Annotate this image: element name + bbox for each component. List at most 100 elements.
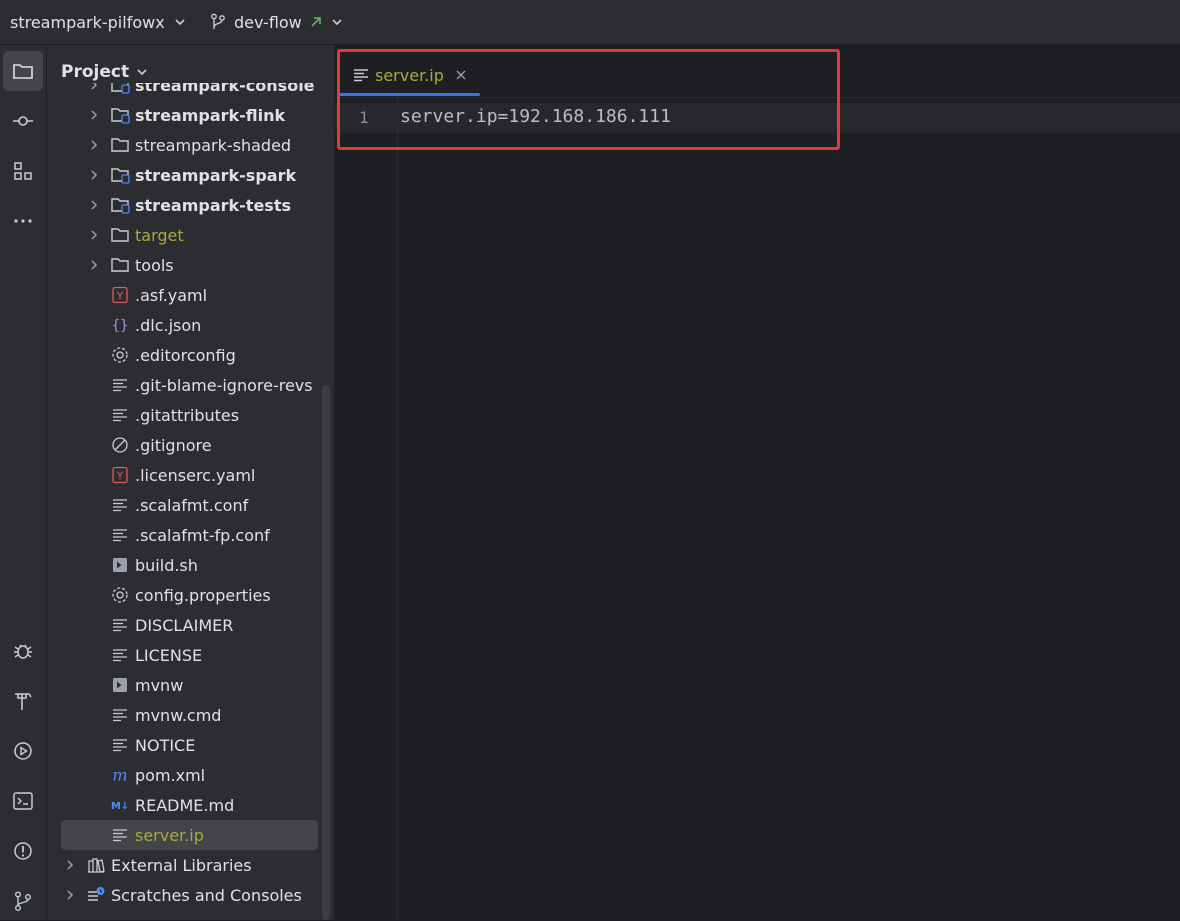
tree-row[interactable]: streampark-flink (47, 100, 322, 130)
tree-row[interactable]: .gitignore (47, 430, 322, 460)
tree-row-label: Scratches and Consoles (111, 885, 302, 905)
project-scrollbar[interactable] (322, 385, 330, 920)
folder-icon (111, 138, 129, 152)
tree-row[interactable]: m pom.xml (47, 760, 322, 790)
git-branch-icon (211, 13, 225, 29)
tree-row[interactable]: server.ip (61, 820, 318, 850)
tree-row-label: External Libraries (111, 855, 252, 875)
tree-row[interactable]: streampark-spark (47, 160, 322, 190)
structure-tool-button[interactable] (3, 151, 43, 191)
tree-row[interactable]: External Libraries (47, 850, 322, 880)
shell-script-icon (113, 678, 127, 692)
project-tool-button[interactable] (3, 51, 43, 91)
folder-icon (111, 258, 129, 272)
editor-tab-server-ip[interactable]: server.ip (341, 53, 479, 97)
tree-row-label: .scalafmt.conf (135, 495, 249, 515)
tree-row[interactable]: mvnw.cmd (47, 700, 322, 730)
tree-row[interactable]: target (47, 220, 322, 250)
tree-row[interactable]: .editorconfig (47, 340, 322, 370)
run-tool-button[interactable] (3, 731, 43, 771)
project-panel-header[interactable]: Project (61, 59, 149, 85)
chevron-right-icon[interactable] (88, 83, 100, 91)
commit-tool-button[interactable] (3, 101, 43, 141)
branch-name: dev-flow (234, 12, 302, 32)
file-icon-wrapper (110, 826, 130, 844)
tree-row-label: .dlc.json (135, 315, 202, 335)
module-folder-icon (111, 83, 130, 94)
tree-row[interactable]: M↓ README.md (47, 790, 322, 820)
more-tools-button[interactable] (3, 201, 43, 241)
tree-row-label: DISCLAIMER (135, 615, 234, 635)
gitignore-icon (112, 437, 128, 453)
tree-row[interactable]: LICENSE (47, 640, 322, 670)
build-tool-button[interactable] (3, 681, 43, 721)
problems-tool-button[interactable] (3, 831, 43, 871)
tree-row-label: mvnw (135, 675, 184, 695)
chevron-down-icon (175, 19, 185, 26)
tree-row[interactable]: Y .licenserc.yaml (47, 460, 322, 490)
active-tab-indicator (339, 93, 480, 96)
code-line[interactable]: server.ip=192.168.186.111 (400, 106, 671, 127)
file-icon-wrapper: Y (110, 286, 130, 304)
tab-label: server.ip (375, 65, 444, 85)
tree-row-label: server.ip (135, 825, 204, 845)
tree-row-label: .gitattributes (135, 405, 240, 425)
tree-row[interactable]: DISCLAIMER (47, 610, 322, 640)
text-file-icon (113, 499, 127, 512)
tree-row[interactable]: config.properties (47, 580, 322, 610)
tree-row[interactable]: mvnw (47, 670, 322, 700)
close-icon[interactable] (455, 69, 467, 81)
file-icon-wrapper: M↓ (110, 796, 130, 814)
tree-row[interactable]: tools (47, 250, 322, 280)
chevron-down-icon (137, 69, 147, 76)
chevron-right-icon[interactable] (88, 109, 100, 121)
tree-row[interactable]: streampark-shaded (47, 130, 322, 160)
tree-row[interactable]: build.sh (47, 550, 322, 580)
folder-icon (111, 228, 129, 242)
tree-row[interactable]: .gitattributes (47, 400, 322, 430)
project-switcher[interactable]: streampark-pilfowx (10, 0, 187, 44)
chevron-right-icon[interactable] (64, 889, 76, 901)
commit-icon (13, 116, 33, 126)
line-number: 1 (359, 108, 369, 127)
tree-row[interactable]: .scalafmt-fp.conf (47, 520, 322, 550)
line-number-gutter: 1 (335, 97, 398, 920)
debug-tool-button[interactable] (3, 631, 43, 671)
tree-row[interactable]: streampark-console (47, 83, 322, 100)
tree-row[interactable]: {} .dlc.json (47, 310, 322, 340)
hammer-icon (15, 693, 32, 710)
tree-row[interactable]: .git-blame-ignore-revs (47, 370, 322, 400)
chevron-right-icon[interactable] (88, 259, 100, 271)
shell-script-icon (113, 558, 127, 572)
chevron-right-icon[interactable] (88, 229, 100, 241)
tree-row[interactable]: streampark-tests (47, 190, 322, 220)
module-folder-icon (111, 108, 130, 124)
title-bar: streampark-pilfowx dev-flow (0, 0, 1180, 45)
tree-row-label: .scalafmt-fp.conf (135, 525, 270, 545)
chevron-right-icon[interactable] (88, 199, 100, 211)
terminal-tool-button[interactable] (3, 781, 43, 821)
tool-window-strip (0, 45, 47, 920)
tree-row[interactable]: NOTICE (47, 730, 322, 760)
file-icon-wrapper (110, 256, 130, 274)
tree-row-label: streampark-shaded (135, 135, 292, 155)
file-icon-wrapper (110, 526, 130, 544)
tree-row[interactable]: Y .asf.yaml (47, 280, 322, 310)
file-icon-wrapper (110, 166, 130, 184)
chevron-right-icon[interactable] (88, 169, 100, 181)
branch-switcher[interactable]: dev-flow (210, 0, 344, 44)
tree-row[interactable]: Scratches and Consoles (47, 880, 322, 910)
file-icon-wrapper (110, 586, 130, 604)
git-branch-icon (15, 891, 31, 911)
file-icon-wrapper (110, 736, 130, 754)
file-icon-wrapper (110, 376, 130, 394)
chevron-right-icon[interactable] (64, 859, 76, 871)
libraries-icon (88, 858, 105, 873)
tree-row[interactable]: .scalafmt.conf (47, 490, 322, 520)
file-icon-wrapper (110, 436, 130, 454)
file-icon-wrapper: {} (110, 316, 130, 334)
file-icon-wrapper (86, 856, 106, 874)
git-tool-button[interactable] (3, 881, 43, 921)
chevron-right-icon[interactable] (88, 139, 100, 151)
file-icon-wrapper (110, 616, 130, 634)
